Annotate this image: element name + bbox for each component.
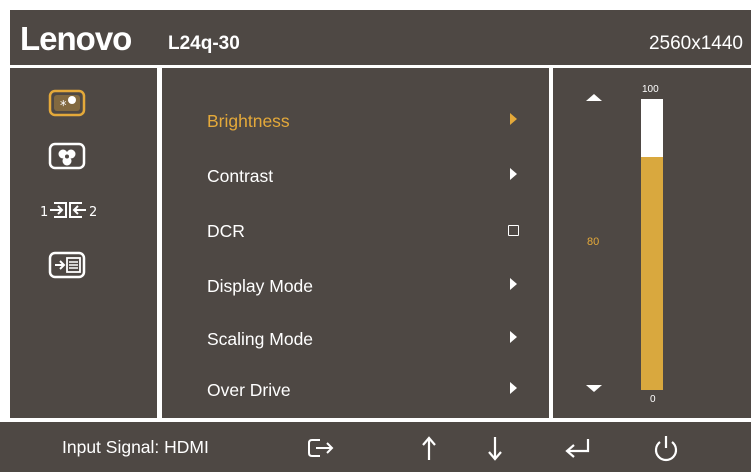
resolution-readout: 2560x1440 xyxy=(648,33,743,54)
menu-item-over-drive[interactable]: Over Drive xyxy=(162,368,549,416)
menu-item-label: Scaling Mode xyxy=(207,329,314,349)
svg-text:2: 2 xyxy=(89,205,97,220)
model-name: L24q-30 xyxy=(168,33,240,54)
svg-text:1: 1 xyxy=(40,205,48,220)
menu-item-label: Display Mode xyxy=(207,276,314,296)
menu-item-dcr[interactable]: DCR xyxy=(162,209,549,257)
power-icon[interactable] xyxy=(648,432,684,464)
exit-icon[interactable] xyxy=(304,432,340,464)
brightness-slider[interactable] xyxy=(641,99,663,390)
svg-text:*: * xyxy=(60,99,67,114)
menu-item-label: Contrast xyxy=(207,166,274,186)
submenu-arrow-icon xyxy=(510,113,517,125)
menu-item-label: Over Drive xyxy=(207,380,291,400)
settings-menu: Brightness Contrast DCR Display Mode Sca… xyxy=(162,68,549,418)
brightness-contrast-icon[interactable]: * xyxy=(48,88,88,123)
menu-item-display-mode[interactable]: Display Mode xyxy=(162,264,549,312)
menu-item-brightness[interactable]: Brightness xyxy=(162,99,549,147)
osd-header: Lenovo L24q-30 2560x1440 xyxy=(10,10,751,65)
color-settings-icon[interactable] xyxy=(48,141,88,176)
dcr-checkbox[interactable] xyxy=(508,225,519,236)
menu-item-scaling-mode[interactable]: Scaling Mode xyxy=(162,317,549,365)
slider-fill xyxy=(641,157,663,390)
menu-item-label: DCR xyxy=(207,221,245,241)
menu-settings-icon[interactable] xyxy=(48,250,88,285)
menu-item-contrast[interactable]: Contrast xyxy=(162,154,549,202)
input-signal-status: Input Signal: HDMI xyxy=(62,437,209,457)
slider-min-label: 0 xyxy=(650,394,656,405)
brand-logo: Lenovo xyxy=(20,20,132,57)
monitor-osd: Lenovo L24q-30 2560x1440 * 1 2 Brightnes… xyxy=(0,0,751,472)
slider-current-value: 80 xyxy=(587,236,600,248)
enter-icon[interactable] xyxy=(560,432,596,464)
submenu-arrow-icon xyxy=(510,168,517,180)
submenu-arrow-icon xyxy=(510,331,517,343)
category-sidebar: * 1 2 xyxy=(10,68,157,418)
up-arrow-icon[interactable] xyxy=(411,432,447,464)
down-arrow-icon[interactable] xyxy=(477,432,513,464)
submenu-arrow-icon xyxy=(510,382,517,394)
slider-max-label: 100 xyxy=(642,84,659,95)
osd-footer: Input Signal: HDMI xyxy=(0,422,751,472)
input-signal-icon[interactable]: 1 2 xyxy=(40,198,100,229)
menu-item-label: Brightness xyxy=(207,111,290,131)
decrease-arrow-icon[interactable] xyxy=(586,385,602,392)
value-slider-panel: 100 80 0 xyxy=(553,68,751,418)
increase-arrow-icon[interactable] xyxy=(586,94,602,101)
submenu-arrow-icon xyxy=(510,278,517,290)
